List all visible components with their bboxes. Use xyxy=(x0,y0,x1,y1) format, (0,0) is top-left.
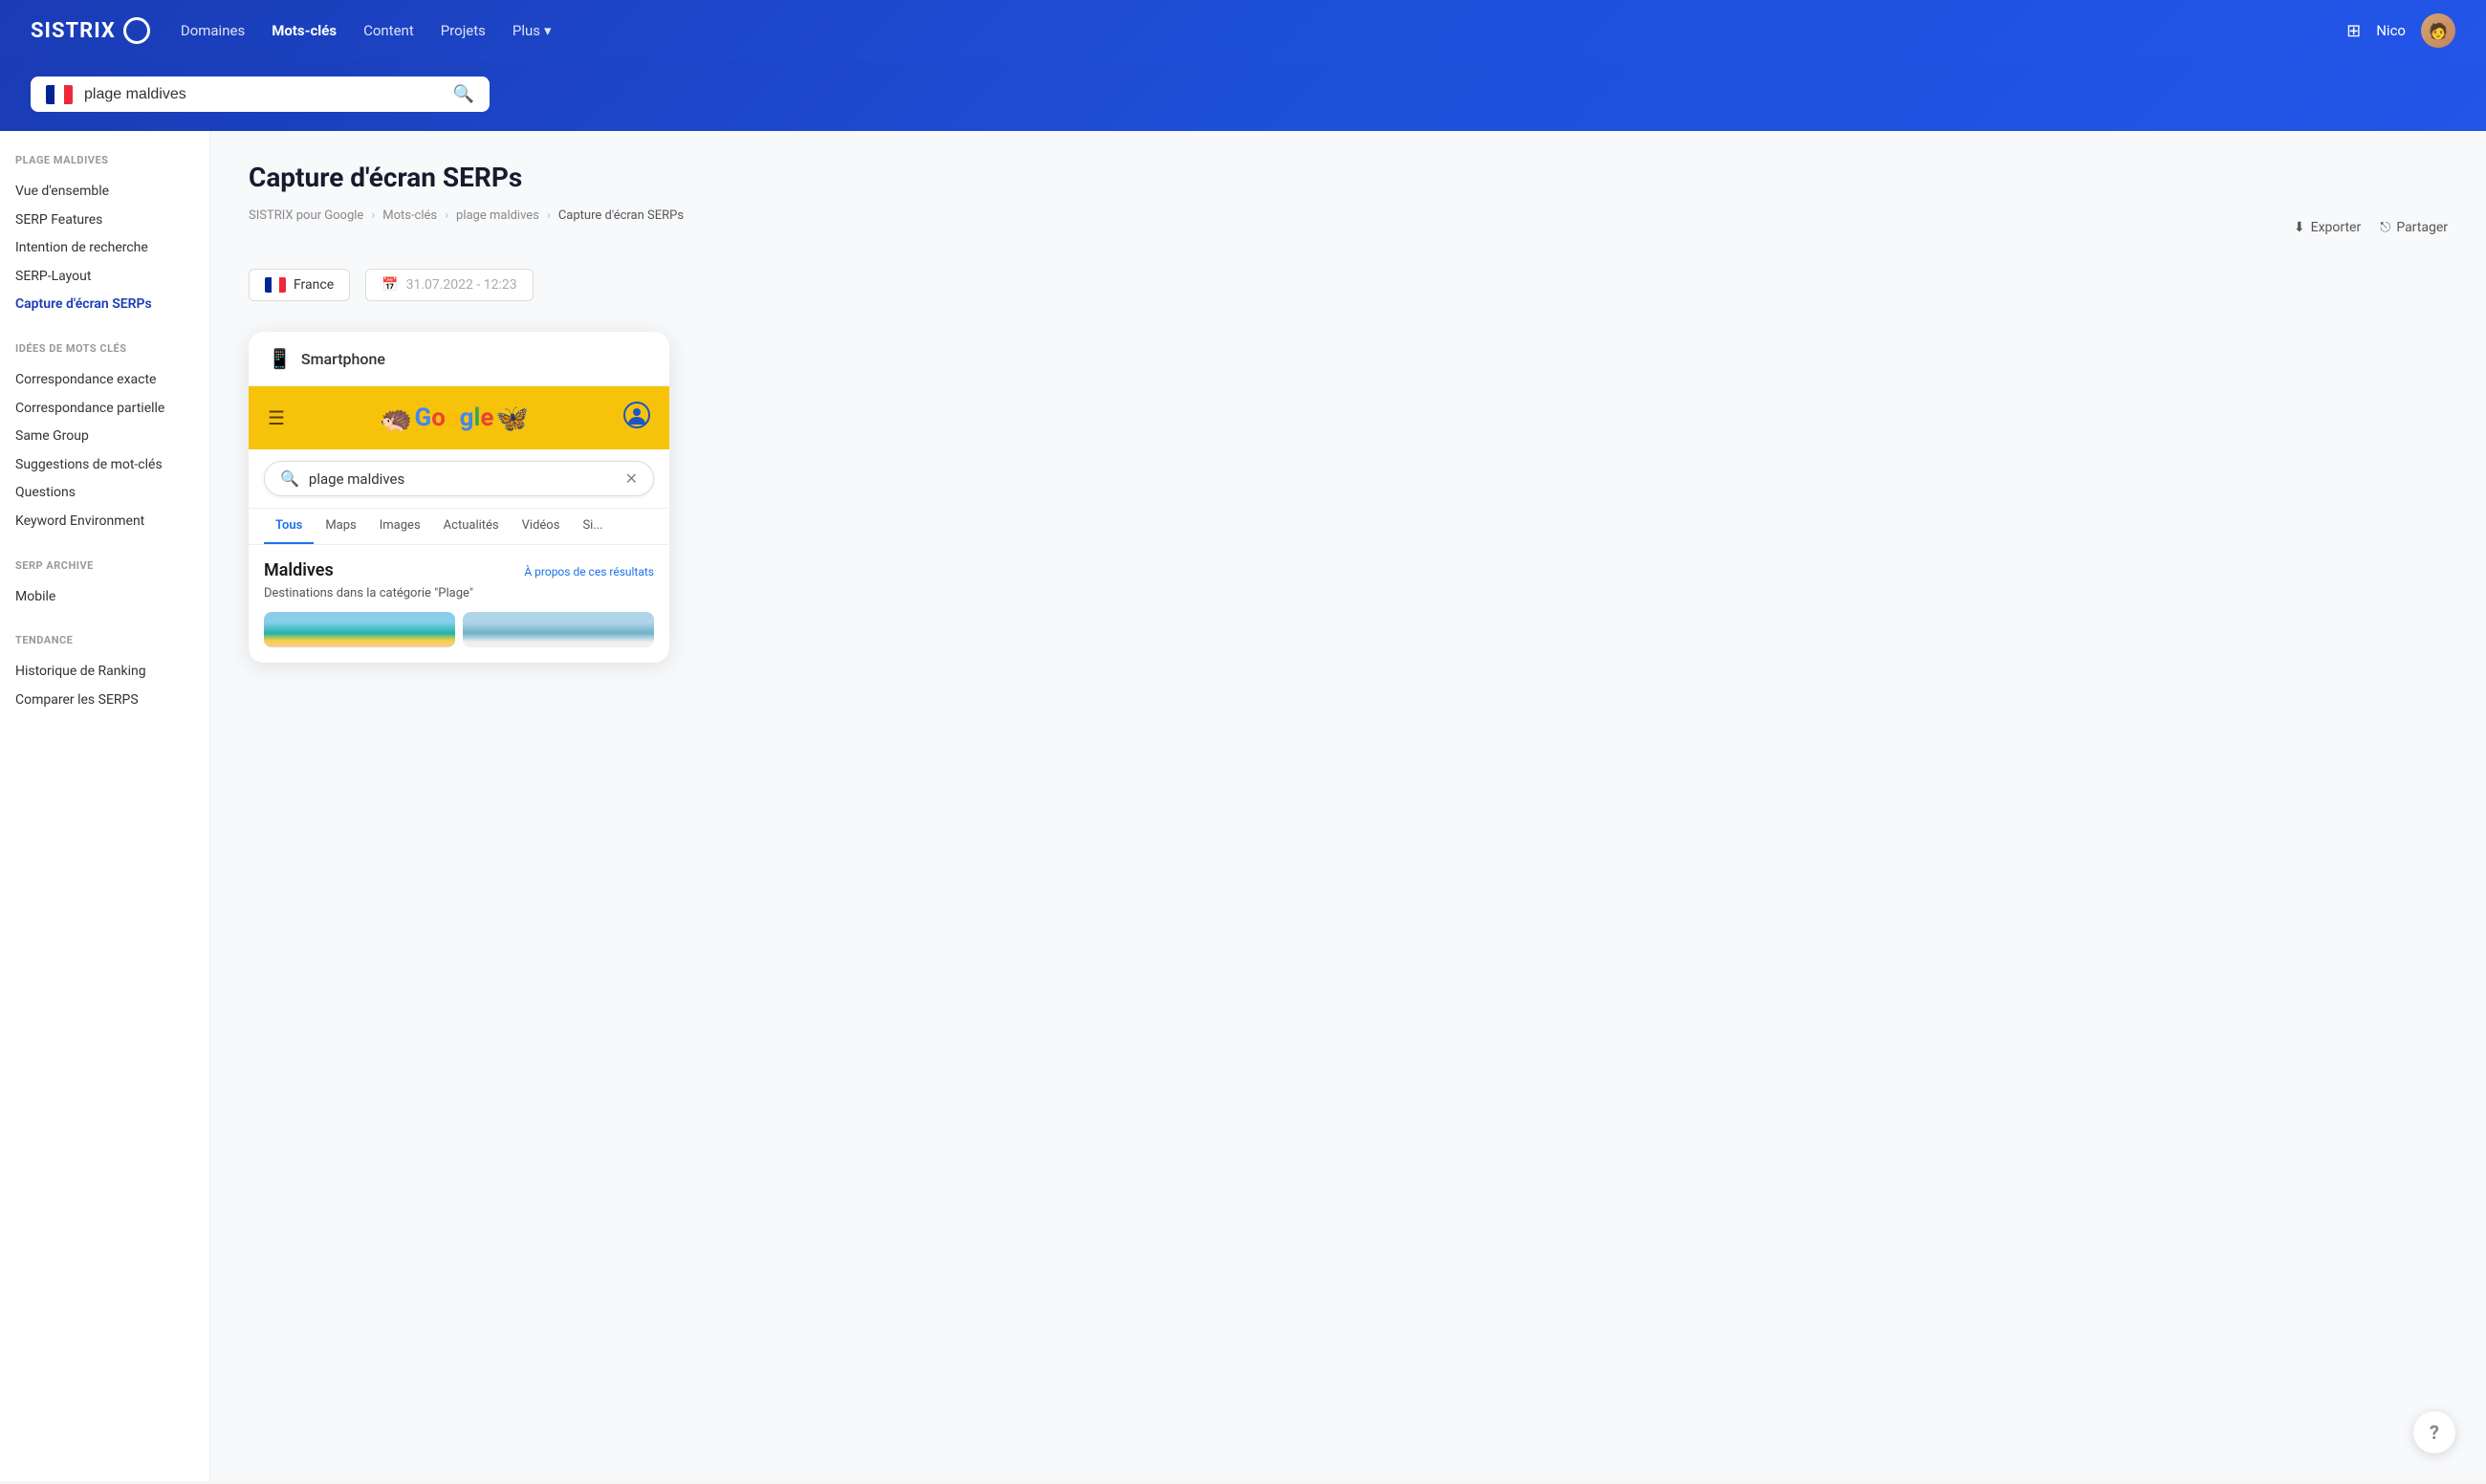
hamburger-icon[interactable]: ☰ xyxy=(268,406,285,429)
breadcrumb-current: Capture d'écran SERPs xyxy=(558,208,684,223)
serp-image-fulhadhoo-bg xyxy=(463,612,654,647)
serp-tab-images[interactable]: Images xyxy=(368,509,432,544)
serp-search-icon: 🔍 xyxy=(280,469,299,488)
export-button[interactable]: ⬇ Exporter xyxy=(2294,220,2361,235)
avatar[interactable]: 🧑 xyxy=(2421,13,2455,48)
sidebar-item-historique[interactable]: Historique de Ranking xyxy=(15,658,194,687)
sidebar-section-tendance: TENDANCE xyxy=(15,634,194,646)
download-icon: ⬇ xyxy=(2294,220,2305,235)
page-title: Capture d'écran SERPs xyxy=(249,162,2448,193)
sidebar-item-suggestions[interactable]: Suggestions de mot-clés xyxy=(15,451,194,480)
search-icon[interactable]: 🔍 xyxy=(453,84,474,104)
nav-domaines[interactable]: Domaines xyxy=(181,22,245,39)
serp-tab-maps[interactable]: Maps xyxy=(314,509,367,544)
nav-content[interactable]: Content xyxy=(363,22,414,39)
serp-search-query: plage maldives xyxy=(309,470,616,488)
country-flag[interactable] xyxy=(46,85,73,104)
nav-plus-label: Plus xyxy=(512,22,540,39)
calendar-icon: 📅 xyxy=(382,277,398,293)
search-bar: 🔍 xyxy=(31,76,490,112)
serp-google-header: ☰ 🦔 Google 🦋 xyxy=(249,386,669,449)
nav-plus[interactable]: Plus ▾ xyxy=(512,22,552,39)
breadcrumb-sep-1: › xyxy=(371,208,375,223)
sidebar-item-serp-features[interactable]: SERP Features xyxy=(15,207,194,235)
breadcrumb-row: SISTRIX pour Google › Mots-clés › plage … xyxy=(249,208,2448,246)
country-filter[interactable]: France xyxy=(249,269,350,301)
header-right: ⊞ Nico 🧑 xyxy=(2346,13,2455,48)
sidebar-item-same-group[interactable]: Same Group xyxy=(15,423,194,451)
serp-tab-actualites[interactable]: Actualités xyxy=(432,509,511,544)
breadcrumb: SISTRIX pour Google › Mots-clés › plage … xyxy=(249,208,684,223)
main-content: Capture d'écran SERPs SISTRIX pour Googl… xyxy=(210,131,2486,1481)
share-icon: ⎋ xyxy=(2380,220,2390,235)
sidebar-item-correspondance-partielle[interactable]: Correspondance partielle xyxy=(15,395,194,424)
sidebar-section-plage-maldives: PLAGE MALDIVES xyxy=(15,154,194,166)
serp-about-results[interactable]: À propos de ces résultats xyxy=(524,565,654,578)
sidebar-item-questions[interactable]: Questions xyxy=(15,479,194,508)
serp-search-box[interactable]: 🔍 plage maldives ✕ xyxy=(264,461,654,496)
sidebar-section-idees: IDÉES DE MOTS CLÉS xyxy=(15,342,194,355)
serp-image-male-bg xyxy=(264,612,455,647)
sidebar-section-serp-archive: SERP ARCHIVE xyxy=(15,559,194,572)
grid-icon[interactable]: ⊞ xyxy=(2346,21,2361,41)
search-input[interactable] xyxy=(84,86,442,103)
share-button[interactable]: ⎋ Partager xyxy=(2380,220,2448,235)
serp-preview-card: 📱 Smartphone ☰ 🦔 Google 🦋 xyxy=(249,332,669,663)
serp-image-male[interactable]: Malé Plage xyxy=(264,612,455,647)
google-doodle: 🦔 Google 🦋 xyxy=(380,403,530,434)
main-layout: PLAGE MALDIVES Vue d'ensemble SERP Featu… xyxy=(0,131,2486,1481)
logo[interactable]: SISTRIX xyxy=(31,17,150,44)
header: SISTRIX Domaines Mots-clés Content Proje… xyxy=(0,0,2486,61)
breadcrumb-sep-3: › xyxy=(547,208,551,223)
serp-device-header: 📱 Smartphone xyxy=(249,332,669,386)
breadcrumb-home[interactable]: SISTRIX pour Google xyxy=(249,208,363,223)
filter-date-label: 31.07.2022 - 12:23 xyxy=(406,277,517,293)
help-button[interactable]: ? xyxy=(2413,1411,2455,1453)
smartphone-icon: 📱 xyxy=(268,347,292,370)
serp-tabs: Tous Maps Images Actualités Vidéos Si... xyxy=(249,509,669,545)
breadcrumb-mots-cles[interactable]: Mots-clés xyxy=(382,208,437,223)
sidebar-item-keyword-env[interactable]: Keyword Environment xyxy=(15,508,194,536)
sidebar-item-intention[interactable]: Intention de recherche xyxy=(15,234,194,263)
share-label: Partager xyxy=(2396,220,2448,235)
export-label: Exporter xyxy=(2311,220,2362,235)
serp-image-fulhadhoo[interactable]: Fulhadhoo Plage xyxy=(463,612,654,647)
serp-section-title: Maldives xyxy=(264,560,334,580)
logo-icon xyxy=(123,17,150,44)
breadcrumb-sep-2: › xyxy=(445,208,448,223)
nav-mots-cles[interactable]: Mots-clés xyxy=(272,22,337,39)
filter-flag xyxy=(265,277,286,293)
serp-tab-videos[interactable]: Vidéos xyxy=(511,509,572,544)
sidebar-item-correspondance-exacte[interactable]: Correspondance exacte xyxy=(15,366,194,395)
serp-clear-icon[interactable]: ✕ xyxy=(625,469,638,488)
serp-search-row: 🔍 plage maldives ✕ xyxy=(249,449,669,509)
user-name: Nico xyxy=(2376,22,2406,39)
main-nav: Domaines Mots-clés Content Projets Plus … xyxy=(181,22,552,39)
serp-images-row: Malé Plage Fulhadhoo Plage xyxy=(264,612,654,647)
serp-tab-tous[interactable]: Tous xyxy=(264,509,314,544)
filters-row: France 📅 31.07.2022 - 12:23 xyxy=(249,269,2448,301)
search-bar-container: 🔍 xyxy=(0,61,2486,131)
serp-tab-more[interactable]: Si... xyxy=(571,509,614,544)
logo-text: SISTRIX xyxy=(31,19,116,43)
date-filter[interactable]: 📅 31.07.2022 - 12:23 xyxy=(365,269,533,301)
sidebar-item-capture-ecran[interactable]: Capture d'écran SERPs xyxy=(15,291,194,319)
breadcrumb-actions: ⬇ Exporter ⎋ Partager xyxy=(2294,220,2448,235)
sidebar-item-vue-ensemble[interactable]: Vue d'ensemble xyxy=(15,178,194,207)
sidebar: PLAGE MALDIVES Vue d'ensemble SERP Featu… xyxy=(0,131,210,1481)
sidebar-item-mobile[interactable]: Mobile xyxy=(15,583,194,612)
nav-projets[interactable]: Projets xyxy=(441,22,486,39)
device-label: Smartphone xyxy=(301,350,385,368)
google-logo: Google xyxy=(415,404,494,432)
sidebar-item-comparer[interactable]: Comparer les SERPS xyxy=(15,687,194,715)
chevron-down-icon: ▾ xyxy=(544,22,552,39)
breadcrumb-plage[interactable]: plage maldives xyxy=(456,208,539,223)
filter-country-label: France xyxy=(294,277,334,293)
serp-content: Maldives À propos de ces résultats Desti… xyxy=(249,545,669,663)
sidebar-item-serp-layout[interactable]: SERP-Layout xyxy=(15,263,194,292)
user-avatar-icon[interactable] xyxy=(623,402,650,434)
serp-subtitle: Destinations dans la catégorie "Plage" xyxy=(264,586,654,600)
